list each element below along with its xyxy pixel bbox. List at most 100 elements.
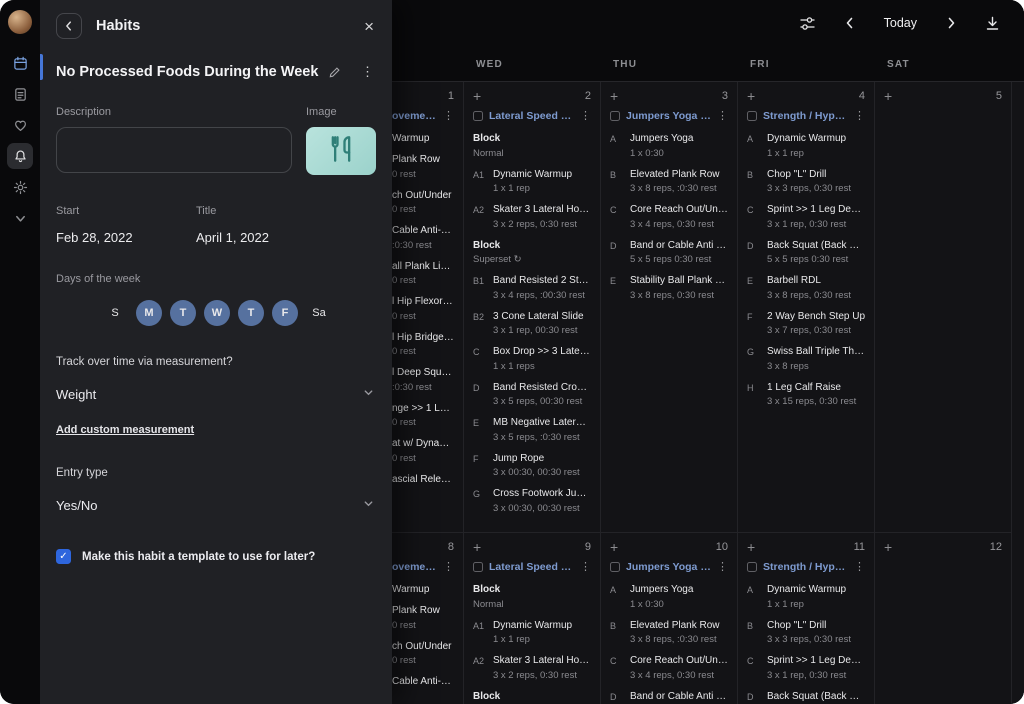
exercise-row[interactable]: l Hip Bridge w/ ...0 rest: [392, 332, 454, 358]
exercise-row[interactable]: at w/ Dynamic P...0 rest: [392, 438, 454, 464]
exercise-row[interactable]: ADynamic Warmup1 x 1 rep: [747, 133, 865, 159]
add-event-icon[interactable]: +: [610, 89, 618, 103]
workout-checkbox[interactable]: [610, 562, 620, 572]
add-event-icon[interactable]: +: [747, 89, 755, 103]
exercise-row[interactable]: ch Out/Under0 rest: [392, 190, 454, 216]
exercise-row[interactable]: DBack Squat (Back Off Set)5 x 5 reps 0:3…: [747, 240, 865, 266]
exercise-row[interactable]: l Hip Flexor Rais...0 rest: [392, 296, 454, 322]
avatar[interactable]: [8, 10, 32, 34]
exercise-row[interactable]: B1Band Resisted 2 Step Late...3 x 4 reps…: [473, 275, 591, 301]
workout-menu-icon[interactable]: ⋮: [580, 111, 591, 122]
exercise-row[interactable]: DBand Resisted Crossover...3 x 5 reps, 0…: [473, 382, 591, 408]
add-event-icon[interactable]: +: [473, 540, 481, 554]
exercise-row[interactable]: CCore Reach Out/Under3 x 4 reps, 0:30 re…: [610, 655, 728, 681]
workout-title[interactable]: Lateral Speed / Plyo: [489, 561, 574, 573]
workout-menu-icon[interactable]: ⋮: [717, 111, 728, 122]
prev-week-icon[interactable]: [843, 16, 857, 30]
workout-checkbox[interactable]: [610, 111, 620, 121]
day-chip-sa[interactable]: Sa: [306, 300, 332, 326]
workout-menu-icon[interactable]: ⋮: [854, 111, 865, 122]
measurement-select[interactable]: Weight: [56, 385, 374, 403]
exercise-row[interactable]: BElevated Plank Row3 x 8 reps, :0:30 res…: [610, 620, 728, 646]
workout-checkbox[interactable]: [473, 111, 483, 121]
day-chip-m[interactable]: M: [136, 300, 162, 326]
notes-icon[interactable]: [7, 81, 33, 107]
entry-type-select[interactable]: Yes/No: [56, 496, 374, 514]
exercise-row[interactable]: all Plank Linear ...0 rest: [392, 261, 454, 287]
workout-title[interactable]: Strength / Hypertro...: [763, 110, 848, 122]
exercise-row[interactable]: GCross Footwork Jump Rope3 x 00:30, 00:3…: [473, 488, 591, 514]
add-event-icon[interactable]: +: [747, 540, 755, 554]
back-button[interactable]: [56, 13, 82, 39]
workout-title[interactable]: Jumpers Yoga / Core: [626, 561, 711, 573]
exercise-row[interactable]: B23 Cone Lateral Slide3 x 1 rep, 00:30 r…: [473, 311, 591, 337]
exercise-row[interactable]: F2 Way Bench Step Up3 x 7 reps, 0:30 res…: [747, 311, 865, 337]
calendar-icon[interactable]: [7, 50, 33, 76]
workout-title[interactable]: Jumpers Yoga / Core: [626, 110, 711, 122]
exercise-row[interactable]: DBand or Cable Anti Rotati...: [610, 691, 728, 702]
workout-menu-icon[interactable]: ⋮: [854, 562, 865, 573]
exercise-row[interactable]: Warmup: [392, 584, 454, 595]
exercise-row[interactable]: BElevated Plank Row3 x 8 reps, :0:30 res…: [610, 169, 728, 195]
day-chip-s[interactable]: S: [102, 300, 128, 326]
start-date-value[interactable]: Feb 28, 2022: [56, 230, 196, 245]
workout-title[interactable]: ovement Q...: [392, 110, 437, 122]
exercise-row[interactable]: AJumpers Yoga1 x 0:30: [610, 133, 728, 159]
exercise-row[interactable]: Cable Anti-Rotati...:0:30 rest: [392, 225, 454, 251]
day-chip-t[interactable]: T: [170, 300, 196, 326]
exercise-row[interactable]: H1 Leg Calf Raise3 x 15 reps, 0:30 rest: [747, 382, 865, 408]
workout-title[interactable]: Strength / Hypertro...: [763, 561, 848, 573]
exercise-row[interactable]: Plank Row0 rest: [392, 605, 454, 631]
chevron-down-icon[interactable]: [7, 205, 33, 231]
day-chip-f[interactable]: F: [272, 300, 298, 326]
next-week-icon[interactable]: [944, 16, 958, 30]
day-chip-w[interactable]: W: [204, 300, 230, 326]
workout-title[interactable]: Lateral Speed / Plyo: [489, 110, 574, 122]
exercise-row[interactable]: l Deep Squat Mo...:0:30 rest: [392, 367, 454, 393]
exercise-row[interactable]: ADynamic Warmup1 x 1 rep: [747, 584, 865, 610]
exercise-row[interactable]: FJump Rope3 x 00:30, 00:30 rest: [473, 453, 591, 479]
habit-menu-icon[interactable]: ⋮: [361, 64, 374, 80]
day-chip-t[interactable]: T: [238, 300, 264, 326]
exercise-row[interactable]: AJumpers Yoga1 x 0:30: [610, 584, 728, 610]
exercise-row[interactable]: EStability Ball Plank Linear ...3 x 8 re…: [610, 275, 728, 301]
exercise-row[interactable]: CBox Drop >> 3 Lateral H...1 x 1 reps: [473, 346, 591, 372]
exercise-row[interactable]: DBack Squat (Back Off Set): [747, 691, 865, 702]
habit-image-tile[interactable]: [306, 127, 376, 175]
exercise-row[interactable]: A1Dynamic Warmup1 x 1 rep: [473, 169, 591, 195]
add-custom-measurement-link[interactable]: Add custom measurement: [56, 424, 194, 436]
filter-settings-icon[interactable]: [799, 15, 816, 32]
exercise-row[interactable]: A2Skater 3 Lateral Hops >> ...3 x 2 reps…: [473, 655, 591, 681]
exercise-row[interactable]: BChop "L" Drill3 x 3 reps, 0:30 rest: [747, 169, 865, 195]
description-input[interactable]: [56, 127, 292, 173]
exercise-row[interactable]: BChop "L" Drill3 x 3 reps, 0:30 rest: [747, 620, 865, 646]
exercise-row[interactable]: nge >> 1 Leg St...0 rest: [392, 403, 454, 429]
exercise-row[interactable]: Warmup: [392, 133, 454, 144]
exercise-row[interactable]: CCore Reach Out/Under3 x 4 reps, 0:30 re…: [610, 204, 728, 230]
end-date-value[interactable]: April 1, 2022: [196, 230, 336, 245]
workout-checkbox[interactable]: [473, 562, 483, 572]
workout-menu-icon[interactable]: ⋮: [443, 111, 454, 122]
heart-icon[interactable]: [7, 112, 33, 138]
add-event-icon[interactable]: +: [884, 89, 892, 103]
exercise-row[interactable]: Plank Row0 rest: [392, 154, 454, 180]
exercise-row[interactable]: GSwiss Ball Triple Threat3 x 8 reps: [747, 346, 865, 372]
gear-icon[interactable]: [7, 174, 33, 200]
bell-icon[interactable]: [7, 143, 33, 169]
exercise-row[interactable]: EMB Negative Lateral Hop...3 x 5 reps, :…: [473, 417, 591, 443]
workout-menu-icon[interactable]: ⋮: [717, 562, 728, 573]
exercise-row[interactable]: CSprint >> 1 Leg Declarations3 x 1 rep, …: [747, 655, 865, 681]
today-button[interactable]: Today: [884, 16, 917, 30]
edit-pencil-icon[interactable]: [328, 66, 341, 79]
exercise-row[interactable]: A1Dynamic Warmup1 x 1 rep: [473, 620, 591, 646]
add-event-icon[interactable]: +: [610, 540, 618, 554]
workout-menu-icon[interactable]: ⋮: [443, 562, 454, 573]
exercise-row[interactable]: A2Skater 3 Lateral Hops >> ...3 x 2 reps…: [473, 204, 591, 230]
exercise-row[interactable]: ch Out/Under0 rest: [392, 641, 454, 667]
add-event-icon[interactable]: +: [884, 540, 892, 554]
exercise-row[interactable]: DBand or Cable Anti Rotati...5 x 5 reps …: [610, 240, 728, 266]
workout-menu-icon[interactable]: ⋮: [580, 562, 591, 573]
workout-checkbox[interactable]: [747, 111, 757, 121]
workout-checkbox[interactable]: [747, 562, 757, 572]
download-icon[interactable]: [985, 16, 1000, 31]
